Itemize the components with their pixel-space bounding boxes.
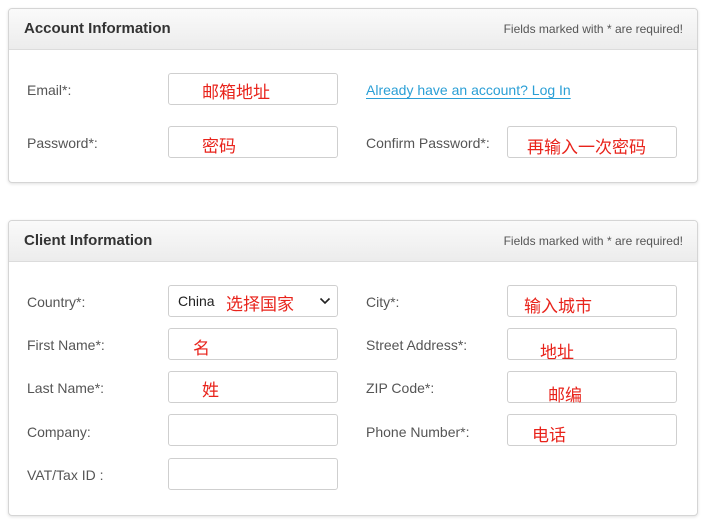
confirm-password-label: Confirm Password*: [366, 135, 490, 151]
first-name-label: First Name*: [27, 337, 105, 353]
phone-number-field[interactable]: 电话 [507, 414, 677, 446]
password-field-value: 密码 [202, 137, 236, 156]
country-select[interactable]: China 选择国家 [168, 285, 338, 317]
login-link[interactable]: Already have an account? Log In [366, 82, 571, 98]
email-field-value: 邮箱地址 [202, 83, 270, 102]
client-information-panel: Client Information Fields marked with * … [8, 220, 698, 516]
phone-number-label: Phone Number*: [366, 424, 470, 440]
street-address-field[interactable]: 地址 [507, 328, 677, 362]
street-address-label: Street Address*: [366, 337, 468, 353]
country-selected-value: China [178, 293, 215, 309]
password-field[interactable]: 密码 [168, 126, 338, 158]
zip-code-label: ZIP Code*: [366, 380, 435, 396]
phone-number-field-value: 电话 [532, 426, 566, 445]
email-label: Email*: [27, 82, 72, 98]
country-annotation: 选择国家 [226, 295, 294, 314]
required-fields-note: Fields marked with * are required! [503, 22, 683, 36]
required-fields-note: Fields marked with * are required! [503, 234, 683, 248]
chevron-down-icon [319, 297, 331, 305]
confirm-password-field[interactable]: 再输入一次密码 [507, 126, 677, 158]
first-name-field-value: 名 [193, 339, 210, 358]
client-panel-title: Client Information [24, 232, 153, 249]
account-panel-header: Account Information Fields marked with *… [9, 9, 697, 50]
password-label: Password*: [27, 135, 98, 151]
city-field-value: 输入城市 [524, 297, 592, 316]
city-label: City*: [366, 294, 400, 310]
last-name-label: Last Name*: [27, 380, 105, 396]
account-panel-title: Account Information [24, 20, 171, 37]
street-address-field-value: 地址 [540, 343, 574, 362]
company-label: Company: [27, 424, 91, 440]
vat-tax-id-field[interactable] [168, 458, 338, 490]
city-field[interactable]: 输入城市 [507, 285, 677, 317]
company-field[interactable] [168, 414, 338, 446]
zip-code-field[interactable]: 邮编 [507, 371, 677, 405]
vat-tax-id-label: VAT/Tax ID : [27, 467, 104, 483]
country-label: Country*: [27, 294, 86, 310]
confirm-password-field-value: 再输入一次密码 [527, 138, 646, 157]
account-information-panel: Account Information Fields marked with *… [8, 8, 698, 183]
zip-code-field-value: 邮编 [548, 386, 582, 405]
last-name-field[interactable]: 姓 [168, 371, 338, 403]
client-panel-header: Client Information Fields marked with * … [9, 221, 697, 262]
first-name-field[interactable]: 名 [168, 328, 338, 360]
last-name-field-value: 姓 [202, 381, 219, 400]
email-field[interactable]: 邮箱地址 [168, 73, 338, 105]
